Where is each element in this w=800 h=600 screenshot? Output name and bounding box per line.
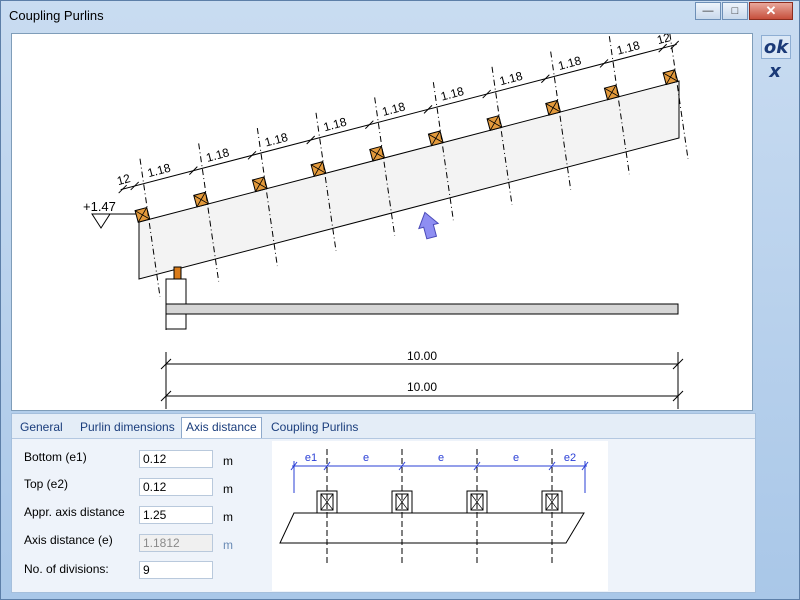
divisions-label: No. of divisions: xyxy=(24,562,109,576)
purlin xyxy=(486,115,503,131)
diagram-label-e: e xyxy=(363,452,369,464)
purlin xyxy=(369,145,386,162)
minimize-button[interactable]: — xyxy=(695,2,721,20)
spacing-tick xyxy=(670,40,680,50)
spacing-tick xyxy=(599,59,609,68)
top-e2-input[interactable] xyxy=(139,478,213,496)
maximize-icon: □ xyxy=(731,5,739,17)
bottom-e1-input[interactable] xyxy=(139,450,213,468)
appr-axis-distance-unit: m xyxy=(223,510,233,524)
elevation-label: +1.47 xyxy=(83,199,116,214)
purlin xyxy=(193,191,210,208)
window-title: Coupling Purlins xyxy=(9,8,104,23)
tab-axis-distance[interactable]: Axis distance xyxy=(181,417,262,438)
purlin xyxy=(603,84,620,101)
diagram-label-e1: e1 xyxy=(305,452,317,464)
axis-distance-label: Axis distance (e) xyxy=(24,533,113,547)
close-icon: ✕ xyxy=(765,3,777,18)
spacing-tick xyxy=(540,74,550,84)
spacing-tick xyxy=(188,166,198,175)
top-e2-unit: m xyxy=(223,482,233,496)
title-bar: Coupling Purlins — □ ✕ xyxy=(1,1,799,31)
spacing-tick xyxy=(482,89,492,99)
top-e2-label: Top (e2) xyxy=(24,477,69,491)
appr-axis-distance-label: Appr. axis distance xyxy=(24,505,125,519)
dialog-window: Coupling Purlins — □ ✕ 10.00 10.00 +1.47… xyxy=(0,0,800,600)
diagram-label-e: e xyxy=(513,452,519,464)
axis-distance-diagram: e1 e e e e2 xyxy=(272,441,608,591)
settings-panel: General Purlin dimensions Axis distance … xyxy=(11,413,756,593)
tab-bar: General Purlin dimensions Axis distance … xyxy=(12,414,755,439)
divisions-input[interactable] xyxy=(139,561,213,579)
purlin xyxy=(134,206,151,223)
diagram-label-e2: e2 xyxy=(564,452,576,464)
horizontal-beam xyxy=(165,303,679,315)
spacing-tick xyxy=(130,181,140,191)
bottom-e1-unit: m xyxy=(223,454,233,468)
dimension-top-label: 10.00 xyxy=(407,349,437,363)
maximize-button[interactable]: □ xyxy=(722,2,748,20)
minimize-icon: — xyxy=(702,5,714,17)
spacing-tick xyxy=(247,150,257,160)
diagram-label-e: e xyxy=(438,452,444,464)
roof-beam xyxy=(138,80,680,280)
bottom-e1-label: Bottom (e1) xyxy=(24,450,87,464)
axis-distance-unit: m xyxy=(223,538,233,552)
elevation-marker-icon xyxy=(91,213,111,229)
close-button[interactable]: ✕ xyxy=(749,2,793,20)
purlin xyxy=(545,99,562,116)
dimension-bottom-label: 10.00 xyxy=(407,380,437,394)
support-purlin xyxy=(173,266,182,280)
diagram-beam xyxy=(279,512,585,544)
spacing-label: 12 xyxy=(115,171,132,188)
axis-distance-input xyxy=(139,534,213,552)
purlin xyxy=(662,69,679,86)
purlin xyxy=(427,130,444,147)
tab-purlin-dimensions[interactable]: Purlin dimensions xyxy=(76,418,179,436)
purlin xyxy=(251,176,268,193)
spacing-tick xyxy=(423,105,433,114)
purlin xyxy=(310,161,327,177)
tab-coupling-purlins[interactable]: Coupling Purlins xyxy=(267,418,362,436)
ok-button[interactable]: ok xyxy=(761,35,791,59)
cancel-button[interactable]: x xyxy=(761,60,789,82)
slope-direction-arrow-icon xyxy=(418,211,440,240)
spacing-tick xyxy=(364,120,374,130)
spacing-label: 12 xyxy=(655,34,672,47)
tab-general[interactable]: General xyxy=(16,418,67,436)
drawing-canvas: 10.00 10.00 +1.47 12 1.18 1.18 1.18 1.18 1.18… xyxy=(11,33,753,411)
appr-axis-distance-input[interactable] xyxy=(139,506,213,524)
spacing-tick xyxy=(306,135,316,145)
